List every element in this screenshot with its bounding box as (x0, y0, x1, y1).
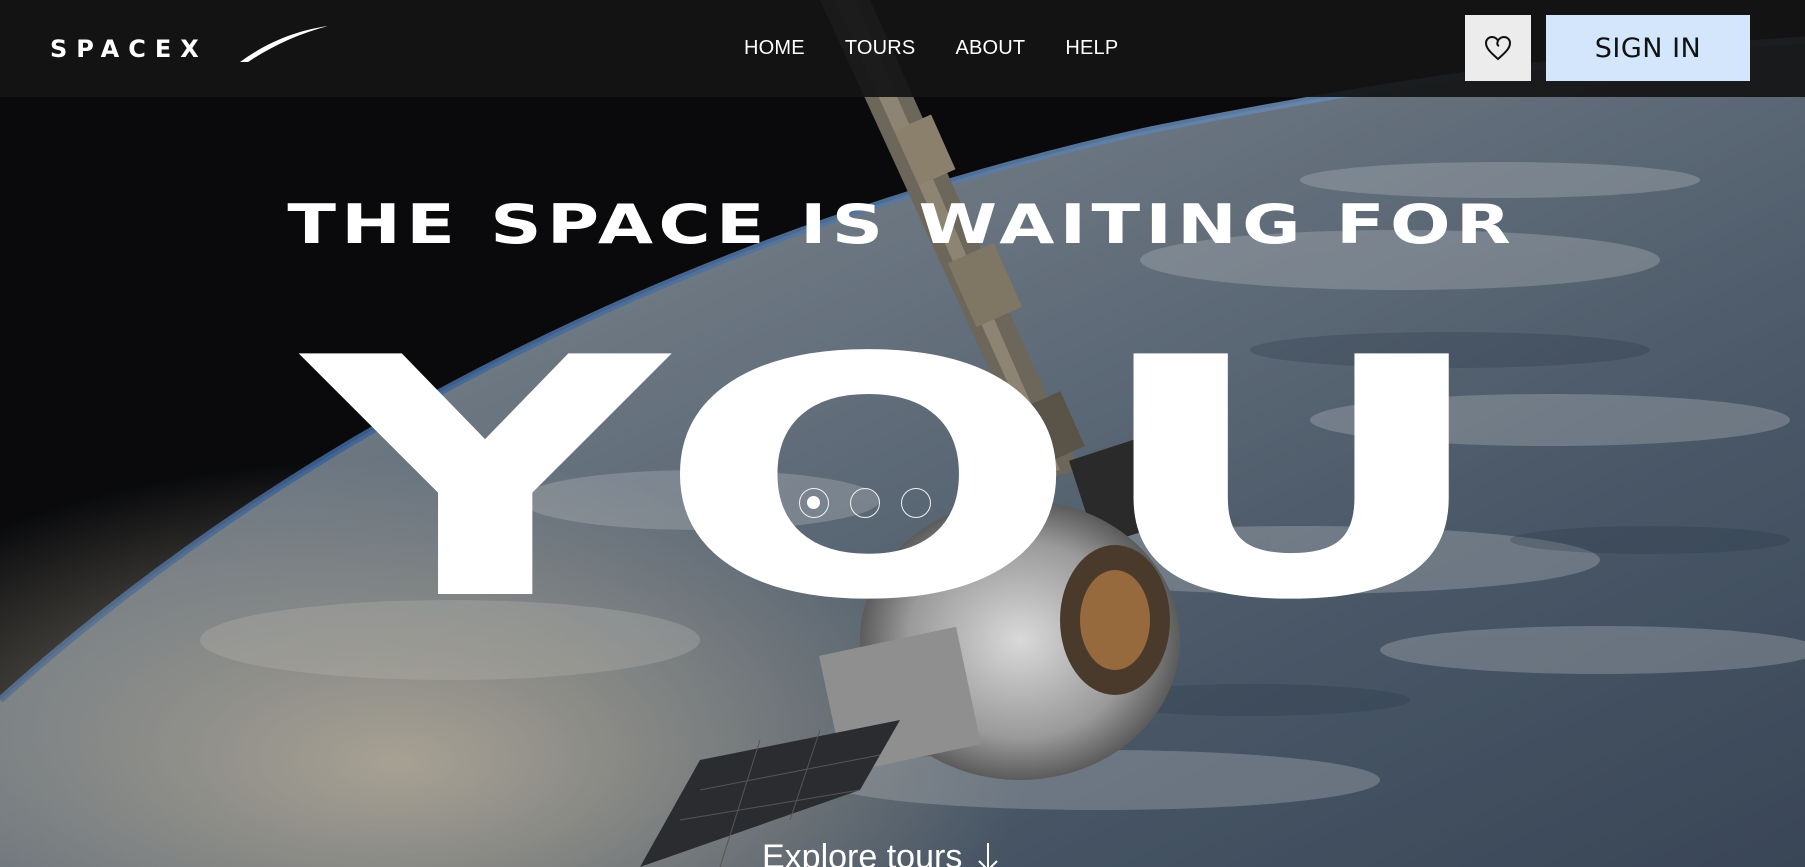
sign-in-button[interactable]: SIGN IN (1546, 15, 1750, 81)
site-header: SPACEX HOME TOURS ABOUT HELP SIGN IN (0, 0, 1805, 97)
spacex-logo[interactable]: SPACEX (50, 26, 330, 66)
logo-swoosh-icon (240, 26, 328, 62)
slider-dot-1[interactable] (799, 488, 829, 518)
nav-tours[interactable]: TOURS (845, 37, 916, 60)
nav-about[interactable]: ABOUT (955, 37, 1025, 60)
slider-dot-3[interactable] (901, 488, 931, 518)
slider-dot-2[interactable] (850, 488, 880, 518)
slider-dots (799, 488, 931, 518)
main-nav: HOME TOURS ABOUT HELP (744, 37, 1158, 60)
hero-headline-big: YOU (303, 288, 1501, 672)
explore-tours-label: Explore tours (762, 838, 963, 867)
page: SPACEX HOME TOURS ABOUT HELP SIGN IN THE… (0, 0, 1805, 867)
favorites-button[interactable] (1465, 15, 1531, 81)
hero-headline: THE SPACE IS WAITING FOR (287, 193, 1516, 256)
nav-home[interactable]: HOME (744, 37, 805, 60)
arrow-down-icon (978, 842, 999, 867)
nav-help[interactable]: HELP (1065, 37, 1118, 60)
explore-tours-link[interactable]: Explore tours (762, 838, 1000, 867)
heart-icon (1484, 35, 1512, 61)
